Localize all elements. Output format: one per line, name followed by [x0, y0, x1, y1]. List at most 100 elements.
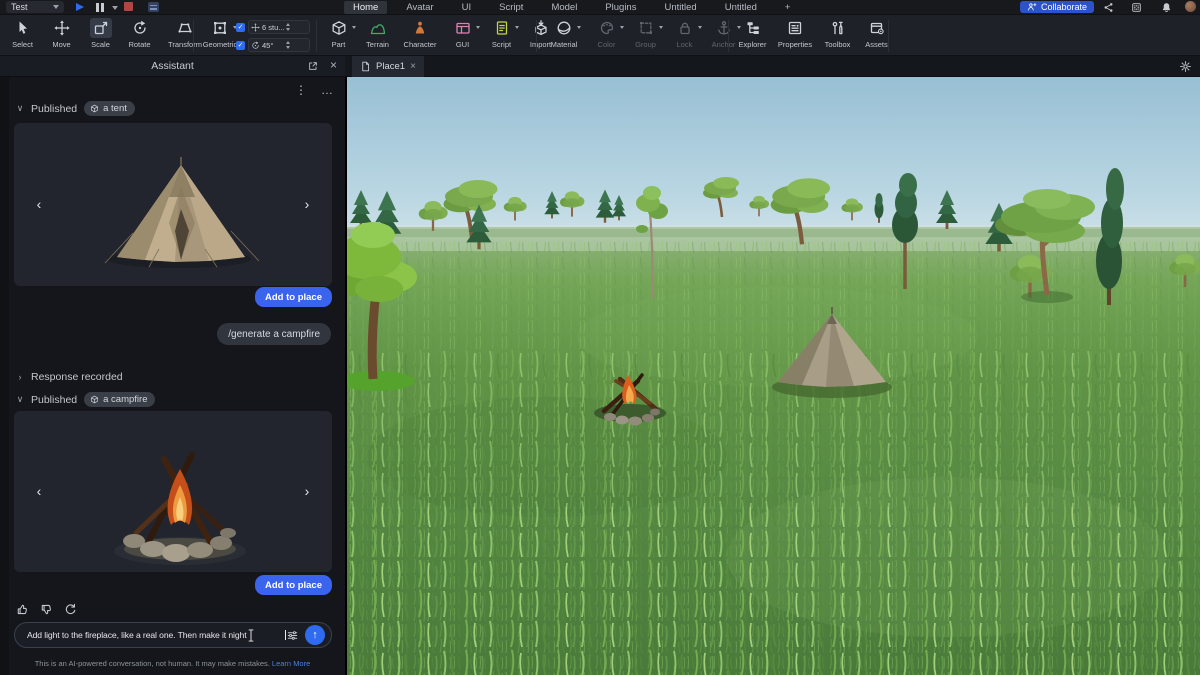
panels-group: Explorer Properties Toolbox Assets — [734, 18, 895, 49]
gear-icon[interactable] — [1179, 60, 1192, 73]
expand-chevron-icon[interactable]: › — [16, 372, 24, 382]
menu-bar: Test Home Avatar UI Script Model Plugins… — [0, 0, 1200, 14]
tab-model[interactable]: Model — [542, 1, 586, 14]
tab-place1[interactable]: Place1 × — [352, 56, 424, 77]
tab-plugins[interactable]: Plugins — [596, 1, 645, 14]
chevron-down-icon — [659, 26, 663, 29]
tab-avatar[interactable]: Avatar — [397, 1, 442, 14]
response-recorded-row[interactable]: › Response recorded — [16, 371, 123, 383]
pause-button[interactable] — [96, 3, 108, 12]
section-header: Published — [31, 103, 77, 115]
tool-toolbox[interactable]: Toolbox — [819, 18, 856, 49]
transform-tools-group: Select Move Scale Rotate Transform — [4, 18, 210, 49]
close-icon[interactable]: × — [330, 58, 337, 72]
tab-home[interactable]: Home — [344, 1, 387, 14]
published-campfire-row[interactable]: ∨ Published a campfire — [16, 392, 155, 407]
overflow-kebab-icon[interactable]: ⋮ — [295, 83, 307, 97]
input-options-sliders-icon[interactable] — [286, 629, 299, 642]
published-tent-row[interactable]: ∨ Published a tent — [16, 101, 135, 116]
add-to-place-button[interactable]: Add to place — [255, 287, 332, 307]
thumbs-down-icon[interactable] — [40, 603, 53, 616]
snap-rotate-value[interactable]: 45° — [248, 38, 310, 52]
user-avatar[interactable] — [1185, 1, 1196, 12]
move-icon — [51, 18, 73, 38]
stepper-control[interactable] — [286, 41, 308, 49]
pause-options-chevron-icon[interactable] — [112, 6, 118, 10]
tab-ui[interactable]: UI — [453, 1, 481, 14]
tool-gui[interactable]: GUI — [444, 18, 481, 49]
notifications-bell-icon[interactable] — [1161, 2, 1172, 13]
assistant-panel-header: Assistant × — [0, 56, 345, 77]
viewport-3d[interactable] — [345, 77, 1200, 675]
user-message-bubble: /generate a campfire — [217, 323, 331, 345]
snap-move-checkbox[interactable]: ✓ — [236, 23, 245, 32]
stop-button[interactable] — [124, 2, 133, 11]
new-tab-button[interactable]: + — [776, 1, 800, 14]
playback-extra-button[interactable] — [148, 2, 159, 12]
carousel-next-icon[interactable]: › — [300, 483, 314, 499]
regenerate-icon[interactable] — [64, 603, 77, 616]
tool-move[interactable]: Move — [43, 18, 80, 49]
tool-assets[interactable]: Assets — [858, 18, 895, 49]
test-mode-dropdown[interactable]: Test — [6, 1, 64, 13]
snap-rotate-checkbox[interactable]: ✓ — [236, 41, 245, 50]
add-to-place-button[interactable]: Add to place — [255, 575, 332, 595]
part-cube-icon — [328, 18, 350, 38]
share-icon[interactable] — [1103, 2, 1114, 13]
more-options-icon[interactable]: … — [321, 83, 333, 97]
cube-icon — [90, 395, 99, 404]
tool-scale[interactable]: Scale — [82, 18, 119, 49]
collapse-chevron-icon[interactable]: ∨ — [16, 394, 24, 405]
close-tab-icon[interactable]: × — [410, 61, 416, 72]
stepper-control[interactable] — [286, 23, 308, 31]
cube-icon — [90, 104, 99, 113]
device-grid-icon[interactable] — [1131, 2, 1142, 13]
terrain-icon — [367, 18, 389, 38]
tool-explorer[interactable]: Explorer — [734, 18, 771, 49]
move-icon — [251, 23, 260, 32]
send-button[interactable]: ↑ — [305, 625, 325, 645]
tent-preview-card: ‹ › — [14, 123, 332, 286]
tool-color[interactable]: Color — [588, 18, 625, 49]
carousel-prev-icon[interactable]: ‹ — [32, 483, 46, 499]
tab-untitled-1[interactable]: Untitled — [655, 1, 705, 14]
geometric-icon — [209, 18, 231, 38]
tool-select[interactable]: Select — [4, 18, 41, 49]
tab-script[interactable]: Script — [490, 1, 532, 14]
script-document-icon — [491, 18, 513, 38]
person-plus-icon — [1027, 2, 1037, 12]
color-palette-icon — [596, 18, 618, 38]
explorer-tree-icon — [742, 18, 764, 38]
select-cursor-icon — [12, 18, 34, 38]
collaborate-button[interactable]: Collaborate — [1020, 1, 1094, 13]
snap-rotate-row: ✓ 45° — [236, 38, 312, 52]
tool-lock[interactable]: Lock — [666, 18, 703, 49]
ribbon-tabs: Home Avatar UI Script Model Plugins Unti… — [344, 0, 799, 14]
tool-character[interactable]: Character — [398, 18, 442, 49]
tool-part[interactable]: Part — [320, 18, 357, 49]
asset-chip-campfire[interactable]: a campfire — [84, 392, 155, 407]
tab-untitled-2[interactable]: Untitled — [716, 1, 766, 14]
campfire-preview-card: ‹ › — [14, 411, 332, 572]
snap-move-value[interactable]: 6 stu... — [248, 20, 310, 34]
assistant-input[interactable]: Add light to the fireplace, like a real … — [14, 622, 332, 648]
tool-rotate[interactable]: Rotate — [121, 18, 158, 49]
tool-group[interactable]: Group — [627, 18, 664, 49]
play-button[interactable] — [76, 3, 84, 11]
thumbs-up-icon[interactable] — [16, 603, 29, 616]
carousel-next-icon[interactable]: › — [300, 196, 314, 212]
collapse-chevron-icon[interactable]: ∨ — [16, 103, 24, 114]
tool-terrain[interactable]: Terrain — [359, 18, 396, 49]
learn-more-link[interactable]: Learn More — [272, 659, 310, 668]
tool-material[interactable]: Material — [542, 18, 586, 49]
material-sphere-icon — [553, 18, 575, 38]
edit-group: Material Color Group Lock Anchor — [542, 18, 742, 49]
asset-chip-tent[interactable]: a tent — [84, 101, 135, 116]
popout-icon[interactable] — [307, 60, 319, 72]
tool-script[interactable]: Script — [483, 18, 520, 49]
assistant-panel-title: Assistant — [0, 60, 345, 72]
chevron-down-icon — [53, 5, 59, 9]
tool-properties[interactable]: Properties — [773, 18, 817, 49]
carousel-prev-icon[interactable]: ‹ — [32, 196, 46, 212]
tent-preview-image — [14, 123, 332, 286]
